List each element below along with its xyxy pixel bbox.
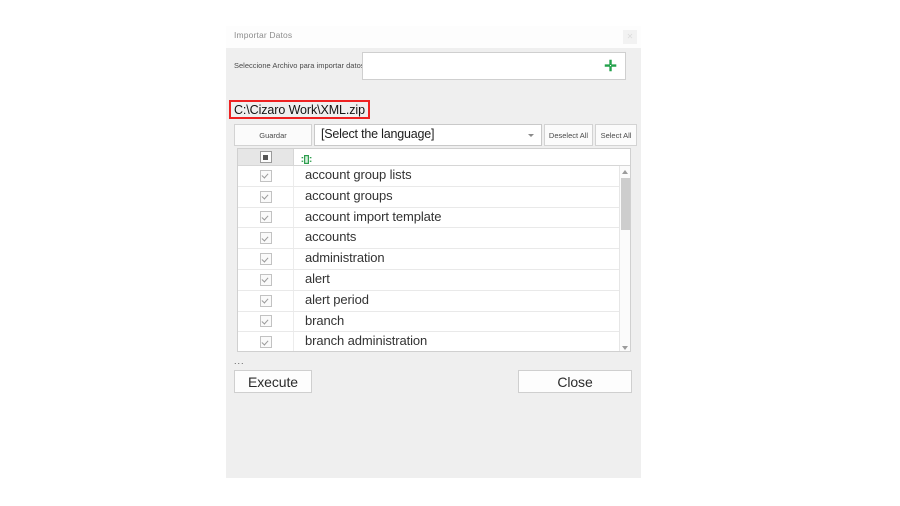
row-checkbox[interactable] bbox=[259, 253, 272, 266]
table-row[interactable]: alert period bbox=[238, 290, 630, 312]
row-checkbox[interactable] bbox=[259, 336, 272, 349]
table-row[interactable]: alert bbox=[238, 269, 630, 291]
row-label: administration bbox=[305, 250, 385, 266]
row-checkbox[interactable] bbox=[259, 294, 272, 307]
language-select[interactable]: [Select the language] bbox=[314, 124, 542, 146]
entities-grid: account group lists account groups account… bbox=[237, 148, 631, 352]
row-checkbox[interactable] bbox=[259, 190, 272, 203]
import-data-dialog: Importar Datos ✕ Seleccione Archivo para… bbox=[226, 26, 641, 478]
row-label: branch bbox=[305, 312, 345, 328]
row-checkbox-cell[interactable] bbox=[238, 290, 294, 311]
chevron-down-icon[interactable] bbox=[528, 134, 534, 137]
grid-rows[interactable]: account group lists account groups account… bbox=[238, 166, 630, 351]
row-checkbox[interactable] bbox=[259, 232, 272, 245]
column-filter-icon[interactable] bbox=[301, 152, 312, 164]
table-row[interactable]: branch bbox=[238, 311, 630, 333]
file-select-row: Seleccione Archivo para importar datos. … bbox=[226, 52, 641, 80]
scrollbar-thumb[interactable] bbox=[621, 178, 630, 230]
row-label: account group lists bbox=[305, 167, 412, 182]
table-row[interactable]: accounts bbox=[238, 228, 630, 250]
grid-vertical-scrollbar[interactable] bbox=[619, 166, 630, 351]
file-path-text: C:\Cizaro Work\XML.zip bbox=[234, 102, 365, 117]
row-checkbox[interactable] bbox=[259, 315, 272, 328]
row-checkbox-cell[interactable] bbox=[238, 207, 294, 228]
dialog-body: Seleccione Archivo para importar datos. … bbox=[226, 48, 641, 478]
table-row[interactable]: administration bbox=[238, 249, 630, 270]
row-label: branch administration bbox=[305, 333, 428, 349]
overflow-ellipsis: ... bbox=[234, 356, 245, 366]
row-label: alert bbox=[305, 270, 330, 286]
table-row[interactable]: account import template bbox=[238, 207, 630, 229]
row-checkbox-cell[interactable] bbox=[238, 228, 294, 249]
row-label: accounts bbox=[305, 229, 357, 245]
file-select-label: Seleccione Archivo para importar datos. bbox=[234, 61, 367, 70]
language-select-value: [Select the language] bbox=[321, 127, 435, 141]
row-checkbox-cell[interactable] bbox=[238, 186, 294, 207]
row-checkbox-cell[interactable] bbox=[238, 269, 294, 290]
file-path-annotation: C:\Cizaro Work\XML.zip bbox=[229, 100, 370, 119]
row-checkbox[interactable] bbox=[259, 169, 272, 182]
row-checkbox-cell[interactable] bbox=[238, 332, 294, 351]
grid-header-row bbox=[238, 149, 630, 166]
save-button[interactable]: Guardar bbox=[234, 124, 312, 146]
select-all-checkbox-cell[interactable] bbox=[238, 149, 294, 165]
file-path-input[interactable]: ✛ bbox=[362, 52, 626, 80]
row-label: account import template bbox=[305, 208, 442, 224]
select-all-button[interactable]: Select All bbox=[595, 124, 637, 146]
select-all-checkbox[interactable] bbox=[259, 151, 272, 163]
row-checkbox[interactable] bbox=[259, 211, 272, 224]
row-checkbox-cell[interactable] bbox=[238, 249, 294, 269]
toolbar: Guardar [Select the language] Deselect A… bbox=[226, 124, 641, 146]
table-row[interactable]: branch administration bbox=[238, 332, 630, 351]
close-icon[interactable]: ✕ bbox=[623, 30, 637, 44]
scroll-down-icon[interactable] bbox=[620, 342, 630, 351]
close-button[interactable]: Close bbox=[518, 370, 632, 393]
row-label: alert period bbox=[305, 291, 369, 307]
deselect-all-button[interactable]: Deselect All bbox=[544, 124, 593, 146]
row-checkbox-cell[interactable] bbox=[238, 311, 294, 332]
grid-header-name-column bbox=[295, 149, 629, 165]
execute-button[interactable]: Execute bbox=[234, 370, 312, 393]
row-label: account groups bbox=[305, 187, 393, 203]
dialog-titlebar: Importar Datos ✕ bbox=[226, 26, 641, 48]
scroll-up-icon[interactable] bbox=[620, 166, 630, 177]
add-file-icon[interactable]: ✛ bbox=[604, 59, 617, 74]
table-row[interactable]: account group lists bbox=[238, 166, 630, 187]
dialog-title: Importar Datos bbox=[234, 30, 293, 40]
table-row[interactable]: account groups bbox=[238, 186, 630, 208]
row-checkbox[interactable] bbox=[259, 273, 272, 286]
row-checkbox-cell[interactable] bbox=[238, 166, 294, 186]
